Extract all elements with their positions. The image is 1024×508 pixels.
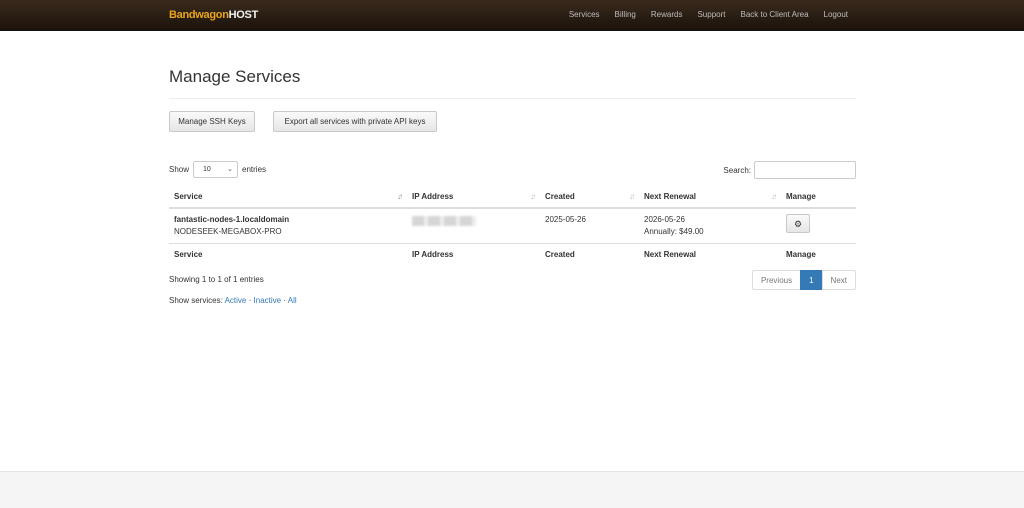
header-service[interactable]: Service ↓↑ [169,186,407,209]
search-control: Search: [723,161,856,179]
entries-select-value: 10 [203,166,211,173]
cell-created: 2025-05-26 [545,215,586,224]
nav-services[interactable]: Services [569,10,600,19]
nav-logout[interactable]: Logout [824,10,848,19]
filter-all-link[interactable]: All [288,296,297,305]
manage-service-button[interactable]: ⚙ [786,214,810,233]
footer-ip-address: IP Address [407,243,540,266]
header-manage: Manage [781,186,856,209]
nav-rewards[interactable]: Rewards [651,10,683,19]
table-info: Showing 1 to 1 of 1 entries [169,275,264,284]
nav-support[interactable]: Support [697,10,725,19]
filters-label: Show services: [169,296,223,305]
main-nav: Services Billing Rewards Support Back to… [569,10,848,19]
table-row: fantastic-nodes-1.localdomain NODESEEK-M… [169,208,856,244]
service-plan: NODESEEK-MEGABOX-PRO [174,227,282,236]
header-service-label: Service [174,192,203,201]
header-created[interactable]: Created ↓↑ [540,186,639,209]
renewal-date: 2026-05-26 [644,215,685,224]
chevron-down-icon: ⌄ [227,166,234,173]
filter-inactive-link[interactable]: Inactive [254,296,282,305]
header-ip-label: IP Address [412,192,454,201]
cell-service: fantastic-nodes-1.localdomain NODESEEK-M… [169,208,407,244]
page-footer [0,471,1024,508]
service-filters: Show services: Active · Inactive · All [169,296,297,305]
next-page-button[interactable]: Next [821,270,856,290]
billing-cycle: Annually: $49.00 [644,227,704,236]
entries-label: entries [242,165,267,174]
header-next-renewal[interactable]: Next Renewal ↓↑ [639,186,781,209]
cell-next-renewal: 2026-05-26 Annually: $49.00 [639,208,781,244]
top-navbar: BandwagonHOST Services Billing Rewards S… [0,0,1024,31]
sort-icon: ↓↑ [530,192,536,201]
cell-ip-address [407,208,540,244]
footer-next-renewal: Next Renewal [639,243,781,266]
sort-icon: ↓↑ [629,192,635,201]
entries-select[interactable]: 10 ⌄ [193,161,239,178]
search-label: Search: [723,165,751,175]
previous-page-button[interactable]: Previous [751,270,802,290]
filter-active-link[interactable]: Active [225,296,247,305]
title-divider [169,98,856,99]
service-hostname: fantastic-nodes-1.localdomain [174,215,290,224]
filter-separator: · [248,296,252,305]
footer-manage: Manage [781,243,856,266]
sort-icon: ↓↑ [771,192,777,201]
nav-back-to-client-area[interactable]: Back to Client Area [740,10,808,19]
page-title: Manage Services [169,67,301,86]
cell-manage: ⚙ [781,208,856,244]
sort-asc-icon: ↓↑ [397,192,403,201]
brand-part2: HOST [228,9,259,21]
page-1-button[interactable]: 1 [800,270,823,290]
entries-length-control: Show 10 ⌄ entries [169,161,266,178]
nav-billing[interactable]: Billing [615,10,636,19]
footer-service: Service [169,243,407,266]
show-label: Show [169,165,190,174]
header-created-label: Created [545,192,575,201]
header-renewal-label: Next Renewal [644,192,697,201]
export-services-button[interactable]: Export all services with private API key… [273,111,437,132]
services-table: Service ↓↑ IP Address ↓↑ Created ↓↑ Next Re… [169,186,856,266]
search-input[interactable] [754,161,856,179]
brand-logo[interactable]: BandwagonHOST [169,9,258,21]
header-ip-address[interactable]: IP Address ↓↑ [407,186,540,209]
pagination: Previous 1 Next [751,270,856,290]
manage-ssh-keys-button[interactable]: Manage SSH Keys [169,111,255,132]
ip-address-redacted [412,216,476,226]
brand-part1: Bandwagon [169,9,229,21]
footer-created: Created [540,243,639,266]
filter-separator: · [283,296,286,305]
gear-icon: ⚙ [793,218,803,229]
